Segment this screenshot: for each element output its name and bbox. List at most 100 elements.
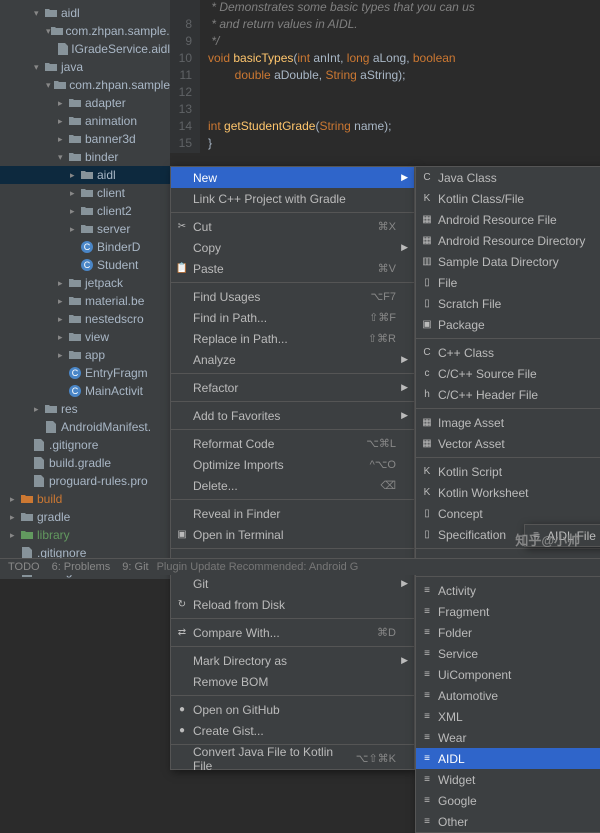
tree-item-animation[interactable]: ▸animation <box>0 112 170 130</box>
menu-item-android-resource-file[interactable]: ▦Android Resource File <box>416 209 600 230</box>
menu-item-delete---[interactable]: Delete...⌫ <box>171 475 414 496</box>
chevron-icon[interactable]: ▸ <box>34 404 44 415</box>
code-line[interactable]: 10void basicTypes(int anInt, long aLong,… <box>170 51 600 68</box>
menu-item-google[interactable]: ≡Google▶ <box>416 790 600 811</box>
menu-item-c-c---header-file[interactable]: hC/C++ Header File <box>416 384 600 405</box>
chevron-icon[interactable]: ▾ <box>34 62 44 73</box>
menu-item-package[interactable]: ▣Package <box>416 314 600 335</box>
menu-item-add-to-favorites[interactable]: Add to Favorites▶ <box>171 405 414 426</box>
menu-item-service[interactable]: ≡Service▶ <box>416 643 600 664</box>
tree-item-build[interactable]: ▸build <box>0 490 170 508</box>
menu-item-vector-asset[interactable]: ▦Vector Asset <box>416 433 600 454</box>
tree-item-mainactivit[interactable]: CMainActivit <box>0 382 170 400</box>
menu-item-concept[interactable]: ▯Concept <box>416 503 600 524</box>
chevron-icon[interactable]: ▸ <box>58 134 68 145</box>
menu-item-java-class[interactable]: CJava Class <box>416 167 600 188</box>
tree-item-binderd[interactable]: CBinderD <box>0 238 170 256</box>
tree-item-nestedscro[interactable]: ▸nestedscro <box>0 310 170 328</box>
chevron-icon[interactable]: ▸ <box>58 296 68 307</box>
tree-item-entryfragm[interactable]: CEntryFragm <box>0 364 170 382</box>
code-line[interactable]: 11 double aDouble, String aString); <box>170 68 600 85</box>
menu-item-sample-data-directory[interactable]: ▥Sample Data Directory <box>416 251 600 272</box>
tree-item-app[interactable]: ▸app <box>0 346 170 364</box>
tree-item-aidl[interactable]: ▾aidl <box>0 4 170 22</box>
menu-item-copy[interactable]: Copy▶ <box>171 237 414 258</box>
tree-item-java[interactable]: ▾java <box>0 58 170 76</box>
status-git[interactable]: 9: Git <box>122 561 148 573</box>
tree-item-student[interactable]: CStudent <box>0 256 170 274</box>
menu-item-fragment[interactable]: ≡Fragment▶ <box>416 601 600 622</box>
status-problems[interactable]: 6: Problems <box>52 561 111 573</box>
chevron-icon[interactable]: ▾ <box>58 152 68 163</box>
menu-item-reformat-code[interactable]: Reformat Code⌥⌘L <box>171 433 414 454</box>
menu-item-convert-java-file-to-kotlin-file[interactable]: Convert Java File to Kotlin File⌥⇧⌘K <box>171 748 414 769</box>
chevron-icon[interactable]: ▸ <box>58 332 68 343</box>
menu-item-create-gist---[interactable]: ●Create Gist... <box>171 720 414 741</box>
menu-item-reload-from-disk[interactable]: ↻Reload from Disk <box>171 594 414 615</box>
chevron-icon[interactable]: ▸ <box>70 224 80 235</box>
code-content[interactable]: } <box>200 136 600 153</box>
code-content[interactable]: double aDouble, String aString); <box>200 68 600 85</box>
tree-item-androidmanifest-[interactable]: AndroidManifest. <box>0 418 170 436</box>
code-content[interactable]: int getStudentGrade(String name); <box>200 119 600 136</box>
menu-item-xml[interactable]: ≡XML▶ <box>416 706 600 727</box>
chevron-icon[interactable]: ▾ <box>46 80 54 91</box>
code-line[interactable]: 9 */ <box>170 34 600 51</box>
menu-item-folder[interactable]: ≡Folder▶ <box>416 622 600 643</box>
tree-item-res[interactable]: ▸res <box>0 400 170 418</box>
code-line[interactable]: 8 * and return values in AIDL. <box>170 17 600 34</box>
chevron-icon[interactable]: ▸ <box>10 512 20 523</box>
tree-item-library[interactable]: ▸library <box>0 526 170 544</box>
menu-item-kotlin-class-file[interactable]: KKotlin Class/File <box>416 188 600 209</box>
menu-item-mark-directory-as[interactable]: Mark Directory as▶ <box>171 650 414 671</box>
menu-item-other[interactable]: ≡Other▶ <box>416 811 600 832</box>
tree-item-aidl[interactable]: ▸aidl <box>0 166 170 184</box>
menu-item-automotive[interactable]: ≡Automotive▶ <box>416 685 600 706</box>
chevron-icon[interactable]: ▸ <box>10 494 20 505</box>
menu-item-replace-in-path---[interactable]: Replace in Path...⇧⌘R <box>171 328 414 349</box>
chevron-icon[interactable]: ▸ <box>70 188 80 199</box>
menu-item-c---class[interactable]: CC++ Class <box>416 342 600 363</box>
chevron-icon[interactable]: ▸ <box>58 116 68 127</box>
tree-item-proguard-rules-pro[interactable]: proguard-rules.pro <box>0 472 170 490</box>
menu-item-wear[interactable]: ≡Wear▶ <box>416 727 600 748</box>
tree-item--gitignore[interactable]: .gitignore <box>0 436 170 454</box>
code-content[interactable]: void basicTypes(int anInt, long aLong, b… <box>200 51 600 68</box>
chevron-icon[interactable]: ▸ <box>58 314 68 325</box>
code-content[interactable]: */ <box>200 34 600 51</box>
chevron-icon[interactable]: ▸ <box>58 350 68 361</box>
code-content[interactable] <box>200 102 600 119</box>
tree-item-jetpack[interactable]: ▸jetpack <box>0 274 170 292</box>
chevron-icon[interactable]: ▸ <box>58 278 68 289</box>
menu-item-c-c---source-file[interactable]: cC/C++ Source File <box>416 363 600 384</box>
tree-item-server[interactable]: ▸server <box>0 220 170 238</box>
menu-item-scratch-file[interactable]: ▯Scratch File⇧⌘N <box>416 293 600 314</box>
tree-item-binder[interactable]: ▾binder <box>0 148 170 166</box>
tree-item-client[interactable]: ▸client <box>0 184 170 202</box>
menu-item-image-asset[interactable]: ▦Image Asset <box>416 412 600 433</box>
tree-item-adapter[interactable]: ▸adapter <box>0 94 170 112</box>
menu-item-file[interactable]: ▯File <box>416 272 600 293</box>
menu-item-link-c---project-with-gradle[interactable]: Link C++ Project with Gradle <box>171 188 414 209</box>
status-todo[interactable]: TODO <box>8 561 40 573</box>
tree-item-build-gradle[interactable]: build.gradle <box>0 454 170 472</box>
menu-item-uicomponent[interactable]: ≡UiComponent▶ <box>416 664 600 685</box>
code-content[interactable] <box>200 85 600 102</box>
code-content[interactable]: * and return values in AIDL. <box>200 17 600 34</box>
tree-item-com-zhpan-sample-binder-aidl[interactable]: ▾com.zhpan.sample.binder.aidl <box>0 22 170 40</box>
code-line[interactable]: 15} <box>170 136 600 153</box>
menu-item-paste[interactable]: 📋Paste⌘V <box>171 258 414 279</box>
menu-item-widget[interactable]: ≡Widget▶ <box>416 769 600 790</box>
menu-item-find-usages[interactable]: Find Usages⌥F7 <box>171 286 414 307</box>
tree-item-material-be[interactable]: ▸material.be <box>0 292 170 310</box>
tree-item-gradle[interactable]: ▸gradle <box>0 508 170 526</box>
menu-item-refactor[interactable]: Refactor▶ <box>171 377 414 398</box>
menu-item-git[interactable]: Git▶ <box>171 573 414 594</box>
menu-item-activity[interactable]: ≡Activity▶ <box>416 580 600 601</box>
menu-item-optimize-imports[interactable]: Optimize Imports^⌥O <box>171 454 414 475</box>
menu-item-compare-with---[interactable]: ⇄Compare With...⌘D <box>171 622 414 643</box>
tree-item-banner3d[interactable]: ▸banner3d <box>0 130 170 148</box>
chevron-icon[interactable]: ▸ <box>10 530 20 541</box>
code-line[interactable]: * Demonstrates some basic types that you… <box>170 0 600 17</box>
menu-item-new[interactable]: New▶ <box>171 167 414 188</box>
